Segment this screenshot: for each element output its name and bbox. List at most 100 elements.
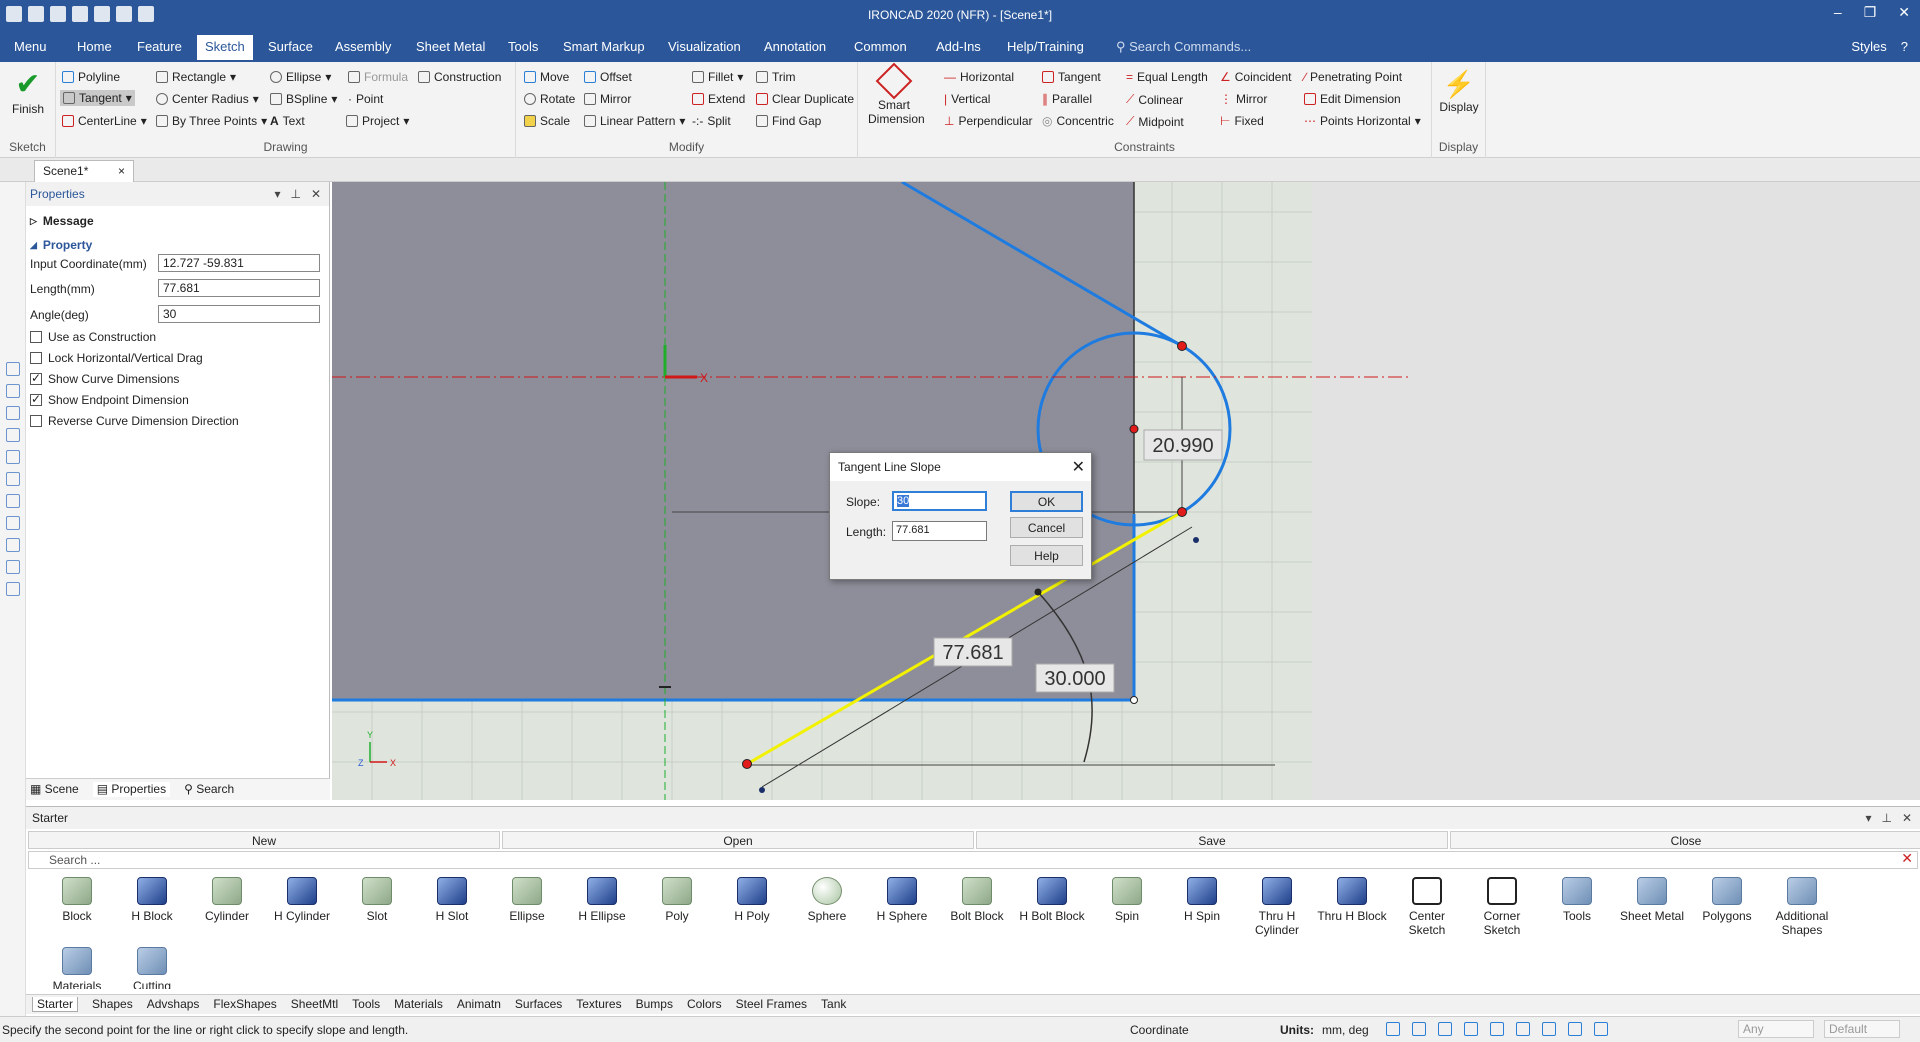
minimize-button[interactable]: – [1834, 4, 1842, 21]
catalog-item[interactable]: Block [40, 877, 114, 923]
section-icon[interactable] [1568, 1022, 1582, 1036]
tool-strip-icon[interactable] [6, 582, 20, 596]
render-icon[interactable] [1516, 1022, 1530, 1036]
slope-input[interactable]: 30 [892, 491, 987, 511]
close-window-button[interactable]: ✕ [1898, 4, 1910, 21]
property-section[interactable]: ◢ Property [30, 238, 92, 252]
catalog-save-button[interactable]: Save [976, 831, 1448, 849]
project-button[interactable]: Project ▾ [346, 114, 409, 128]
bspline-button[interactable]: BSpline ▾ [270, 92, 337, 106]
tab-scene-panel[interactable]: ▦ Scene [30, 782, 79, 797]
tab-sheet-metal[interactable]: Sheet Metal [416, 39, 485, 54]
catalog-tab[interactable]: Colors [687, 997, 722, 1012]
find-gap-button[interactable]: Find Gap [756, 114, 821, 128]
smart-dimension-button[interactable]: Smart Dimension [868, 62, 925, 126]
catalog-item[interactable]: Corner Sketch [1465, 877, 1539, 937]
penetrating-point-button[interactable]: ∕ Penetrating Point [1304, 70, 1402, 84]
clear-duplicate-button[interactable]: Clear Duplicate [756, 92, 854, 106]
tool-strip-icon[interactable] [6, 362, 20, 376]
catalog-item[interactable]: Materials [40, 947, 114, 989]
centerline-button[interactable]: CenterLine ▾ [62, 114, 147, 128]
units-value[interactable]: mm, deg [1322, 1023, 1369, 1037]
rotate-button[interactable]: Rotate [524, 92, 575, 106]
tab-properties-panel[interactable]: ▤ Properties [92, 782, 171, 797]
catalog-tab[interactable]: Starter [32, 997, 79, 1012]
dialog-close-icon[interactable]: ✕ [1072, 457, 1085, 477]
tab-surface[interactable]: Surface [268, 39, 313, 54]
ok-button[interactable]: OK [1010, 491, 1083, 512]
display-button[interactable]: ⚡ Display [1438, 68, 1480, 114]
selection-filter-combo[interactable]: Any [1738, 1020, 1814, 1038]
circle-center-point[interactable] [1129, 424, 1139, 434]
rotate-view-icon[interactable] [1490, 1022, 1504, 1036]
catalog-item[interactable]: Sheet Metal [1615, 877, 1689, 923]
formula-button[interactable]: Formula [348, 70, 408, 84]
catalog-item[interactable]: H Poly [715, 877, 789, 923]
catalog-search-input[interactable]: Search ... ✕ [28, 850, 1918, 869]
length-input[interactable]: 77.681 [892, 521, 987, 541]
catalog-item[interactable]: Additional Shapes [1765, 877, 1839, 937]
catalog-tab[interactable]: Steel Frames [736, 997, 807, 1012]
tangent-point-upper[interactable] [1177, 341, 1187, 351]
length-field[interactable]: 77.681 [158, 279, 320, 297]
catalog-item[interactable]: Polygons [1690, 877, 1764, 923]
tool-strip-icon[interactable] [6, 450, 20, 464]
catalog-item[interactable]: Sphere [790, 877, 864, 923]
catalog-item[interactable]: Tools [1540, 877, 1614, 923]
catalog-item[interactable]: Center Sketch [1390, 877, 1464, 937]
catalog-item[interactable]: H Slot [415, 877, 489, 923]
tool-strip-icon[interactable] [6, 516, 20, 530]
tool-strip-icon[interactable] [6, 406, 20, 420]
split-button[interactable]: -:- Split [692, 114, 731, 128]
text-button[interactable]: A Text [270, 114, 305, 128]
three-point-arc-button[interactable]: By Three Points ▾ [156, 114, 267, 128]
catalog-item[interactable]: Ellipse [490, 877, 564, 923]
line-start-point[interactable] [742, 759, 752, 769]
tab-home[interactable]: Home [77, 39, 112, 54]
shading-icon[interactable] [1542, 1022, 1556, 1036]
move-button[interactable]: Move [524, 70, 569, 84]
catalog-item[interactable]: H Cylinder [265, 877, 339, 923]
lock-drag-checkbox[interactable]: Lock Horizontal/Vertical Drag [30, 351, 203, 365]
scale-button[interactable]: Scale [524, 114, 570, 128]
catalog-item[interactable]: H Sphere [865, 877, 939, 923]
tab-add-ins[interactable]: Add-Ins [936, 39, 981, 54]
panel-close-icon[interactable]: ✕ [311, 187, 321, 201]
tool-strip-icon[interactable] [6, 538, 20, 552]
tool-strip-icon[interactable] [6, 472, 20, 486]
catalog-item[interactable]: H Block [115, 877, 189, 923]
ellipse-button[interactable]: Ellipse ▾ [270, 70, 331, 84]
view-icon[interactable] [1464, 1022, 1478, 1036]
linear-pattern-button[interactable]: Linear Pattern ▾ [584, 114, 685, 128]
tool-strip-icon[interactable] [6, 428, 20, 442]
tab-search-panel[interactable]: ⚲ Search [184, 782, 234, 797]
edit-dimension-button[interactable]: Edit Dimension [1304, 92, 1401, 106]
finish-button[interactable]: ✔ Finish [8, 68, 48, 116]
horizontal-constraint-button[interactable]: — Horizontal [944, 70, 1014, 84]
catalog-item[interactable]: Bolt Block [940, 877, 1014, 923]
zoom-icon[interactable] [1386, 1022, 1400, 1036]
catalog-item[interactable]: Cylinder [190, 877, 264, 923]
select-icon[interactable] [1594, 1022, 1608, 1036]
sketch-canvas[interactable]: X 20.990 77.681 30.000 Y X Z Tangent Lin… [332, 182, 1920, 800]
catalog-close-button[interactable]: Close [1450, 831, 1920, 849]
style-combo[interactable]: Default [1824, 1020, 1900, 1038]
catalog-item[interactable]: Thru H Block [1315, 877, 1389, 923]
catalog-item[interactable]: Cutting [115, 947, 189, 989]
tab-common[interactable]: Common [854, 39, 907, 54]
corner-point[interactable] [1130, 696, 1138, 704]
catalog-tab[interactable]: Surfaces [515, 997, 562, 1012]
catalog-tab[interactable]: Textures [576, 997, 621, 1012]
catalog-new-button[interactable]: New [28, 831, 500, 849]
coincident-button[interactable]: ∠ Coincident [1220, 70, 1291, 84]
fillet-button[interactable]: Fillet ▾ [692, 70, 743, 84]
tangent-point-lower[interactable] [1177, 507, 1187, 517]
tab-help-training[interactable]: Help/Training [1007, 39, 1084, 54]
zoom-window-icon[interactable] [1412, 1022, 1426, 1036]
catalog-tab[interactable]: Shapes [92, 997, 133, 1012]
show-curve-dimensions-checkbox[interactable]: Show Curve Dimensions [30, 371, 179, 386]
catalog-open-button[interactable]: Open [502, 831, 974, 849]
catalog-item[interactable]: H Spin [1165, 877, 1239, 923]
rectangle-button[interactable]: Rectangle ▾ [156, 70, 236, 84]
tab-menu[interactable]: Menu [14, 39, 47, 54]
